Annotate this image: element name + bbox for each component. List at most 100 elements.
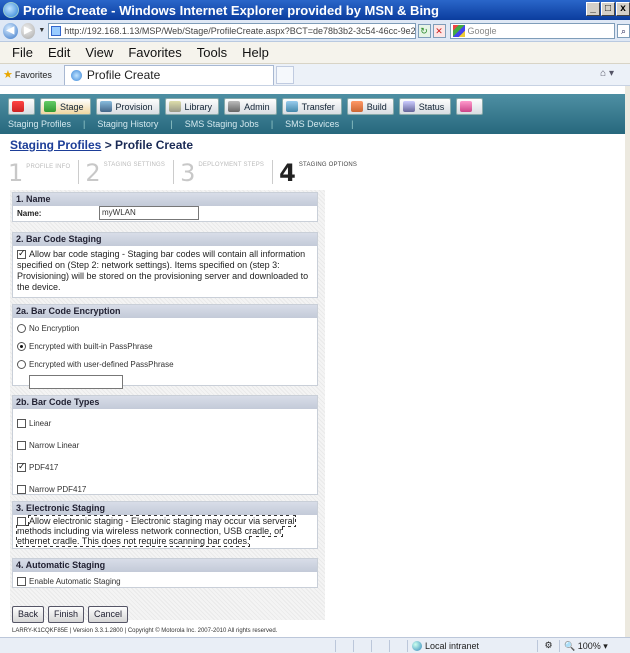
stop-icon[interactable]: ✕ bbox=[432, 23, 446, 38]
step-label: DEPLOYMENT STEPS bbox=[198, 162, 265, 168]
barcode-type-option[interactable]: Narrow PDF417 bbox=[17, 478, 313, 500]
barcode-staging-section: 2. Bar Code Staging Allow bar code stagi… bbox=[12, 232, 318, 298]
security-zone[interactable]: Local intranet bbox=[407, 639, 537, 652]
menu-view[interactable]: View bbox=[85, 45, 113, 60]
app-navigation: Stage Provision Library Admin Transfer B… bbox=[0, 94, 630, 134]
menu-help[interactable]: Help bbox=[242, 45, 269, 60]
step-divider bbox=[78, 160, 80, 184]
nav-tab-label: Status bbox=[418, 101, 445, 112]
barcode-type-option[interactable]: Linear bbox=[17, 412, 313, 434]
close-button[interactable]: x bbox=[616, 2, 630, 16]
maximize-button[interactable]: □ bbox=[601, 2, 615, 16]
zoom-control[interactable]: 🔍 100% ▾ bbox=[559, 639, 609, 652]
intranet-globe-icon bbox=[412, 641, 422, 652]
section-title: 1. Name bbox=[13, 193, 317, 206]
tab-title: Profile Create bbox=[86, 68, 161, 82]
no-encryption-radio[interactable] bbox=[17, 323, 26, 333]
nav-tab-stage[interactable]: Stage bbox=[40, 98, 91, 115]
nav-tab-provision[interactable]: Provision bbox=[95, 98, 160, 115]
nav-tab-library[interactable]: Library bbox=[164, 98, 220, 115]
recent-pages-dropdown-icon[interactable]: ▼ bbox=[38, 27, 45, 34]
breadcrumb: Staging Profiles > Profile Create bbox=[10, 138, 193, 152]
subnav-sms-staging-jobs[interactable]: SMS Staging Jobs bbox=[185, 119, 259, 129]
back-button[interactable]: Back bbox=[12, 606, 45, 623]
nav-tab-admin[interactable]: Admin bbox=[224, 98, 277, 115]
menu-tools[interactable]: Tools bbox=[197, 45, 227, 60]
wizard-step-3[interactable]: 3 DEPLOYMENT STEPS bbox=[173, 159, 265, 187]
search-icon[interactable]: ⌕ bbox=[616, 23, 630, 38]
stage-icon bbox=[44, 101, 56, 112]
section-title: 3. Electronic Staging bbox=[13, 502, 317, 515]
barcode-type-option[interactable]: Narrow Linear bbox=[17, 434, 313, 456]
nav-tab-transfer[interactable]: Transfer bbox=[281, 98, 342, 115]
forward-nav-icon[interactable]: ▶ bbox=[20, 22, 36, 39]
breadcrumb-staging-profiles-link[interactable]: Staging Profiles bbox=[10, 138, 101, 152]
url-field[interactable]: http://192.168.1.13/MSP/Web/Stage/Profil… bbox=[48, 22, 416, 39]
window-titlebar: Profile Create - Windows Internet Explor… bbox=[0, 0, 630, 20]
enable-automatic-staging-checkbox[interactable] bbox=[17, 577, 26, 586]
automatic-staging-option[interactable]: Enable Automatic Staging bbox=[17, 574, 313, 589]
window-title: Profile Create - Windows Internet Explor… bbox=[23, 2, 439, 18]
browser-tab[interactable]: Profile Create bbox=[63, 64, 274, 85]
barcode-encryption-section: 2a. Bar Code Encryption No Encryption En… bbox=[12, 304, 318, 389]
step-divider bbox=[272, 160, 274, 184]
status-cell bbox=[389, 639, 407, 652]
step-number: 3 bbox=[180, 159, 196, 187]
encryption-option[interactable]: Encrypted with user-defined PassPhrase bbox=[17, 355, 313, 373]
name-label: Name: bbox=[17, 208, 42, 218]
nav-tab-help[interactable] bbox=[456, 98, 484, 115]
option-label: Narrow Linear bbox=[29, 440, 80, 450]
menu-edit[interactable]: Edit bbox=[48, 45, 70, 60]
search-input[interactable]: Google bbox=[449, 22, 615, 39]
linear-checkbox[interactable] bbox=[17, 418, 26, 428]
menu-file[interactable]: File bbox=[12, 45, 33, 60]
nav-tab-status[interactable]: Status bbox=[398, 98, 452, 115]
minimize-button[interactable]: _ bbox=[586, 2, 600, 16]
encryption-option[interactable]: Encrypted with built-in PassPhrase bbox=[17, 337, 313, 355]
subnav-sms-devices[interactable]: SMS Devices bbox=[285, 119, 339, 129]
protected-mode-icon[interactable]: ⚙ bbox=[537, 639, 559, 652]
subnav-staging-profiles[interactable]: Staging Profiles bbox=[8, 119, 71, 129]
back-nav-icon[interactable]: ◀ bbox=[3, 22, 18, 39]
refresh-icon[interactable]: ↻ bbox=[417, 23, 431, 38]
nav-tab-home[interactable] bbox=[8, 98, 35, 115]
nav-tab-build[interactable]: Build bbox=[346, 98, 394, 115]
allow-barcode-staging-checkbox[interactable] bbox=[17, 248, 26, 260]
name-field[interactable]: myWLAN bbox=[99, 206, 199, 220]
user-passphrase-radio[interactable] bbox=[17, 359, 26, 369]
passphrase-input[interactable] bbox=[29, 375, 123, 389]
section-title: 4. Automatic Staging bbox=[13, 559, 317, 572]
zoom-icon: 🔍 bbox=[564, 640, 576, 651]
favorites-bar: ★ Favorites Profile Create ⌂ ▾ bbox=[0, 64, 630, 86]
builtin-passphrase-radio[interactable] bbox=[17, 341, 26, 351]
home-dropdown-icon[interactable]: ⌂ ▾ bbox=[600, 68, 614, 79]
build-icon bbox=[350, 101, 363, 112]
option-label: No Encryption bbox=[29, 323, 80, 333]
menu-favorites[interactable]: Favorites bbox=[128, 45, 181, 60]
option-label: Encrypted with built-in PassPhrase bbox=[29, 341, 153, 351]
allow-electronic-staging-checkbox[interactable] bbox=[17, 517, 26, 527]
option-label: Enable Automatic Staging bbox=[29, 577, 121, 586]
cancel-button[interactable]: Cancel bbox=[88, 606, 129, 623]
subnav-staging-history[interactable]: Staging History bbox=[97, 119, 158, 129]
zone-label: Local intranet bbox=[425, 640, 480, 651]
narrow-pdf417-checkbox[interactable] bbox=[17, 484, 26, 494]
status-icon bbox=[402, 101, 415, 112]
favorites-star-icon[interactable]: ★ bbox=[3, 68, 13, 81]
page-icon bbox=[51, 25, 62, 36]
barcode-type-option[interactable]: PDF417 bbox=[17, 456, 313, 478]
url-text: http://192.168.1.13/MSP/Web/Stage/Profil… bbox=[64, 25, 416, 36]
allow-electronic-staging-label: Allow electronic staging - Electronic st… bbox=[16, 514, 296, 548]
pdf417-checkbox[interactable] bbox=[17, 461, 26, 472]
wizard-step-1[interactable]: 1 PROFILE INFO bbox=[8, 161, 70, 185]
encryption-option[interactable]: No Encryption bbox=[17, 319, 313, 337]
new-tab-button[interactable] bbox=[275, 65, 294, 84]
wizard-step-2[interactable]: 2 STAGING SETTINGS bbox=[78, 160, 165, 185]
favorites-label[interactable]: Favorites bbox=[15, 70, 52, 80]
vertical-scrollbar[interactable] bbox=[625, 86, 630, 637]
search-provider-icon bbox=[452, 24, 465, 37]
address-bar: ◀ ▶ ▼ http://192.168.1.13/MSP/Web/Stage/… bbox=[0, 20, 630, 42]
narrow-linear-checkbox[interactable] bbox=[17, 440, 26, 450]
status-cell bbox=[353, 639, 371, 652]
finish-button[interactable]: Finish bbox=[48, 606, 85, 623]
